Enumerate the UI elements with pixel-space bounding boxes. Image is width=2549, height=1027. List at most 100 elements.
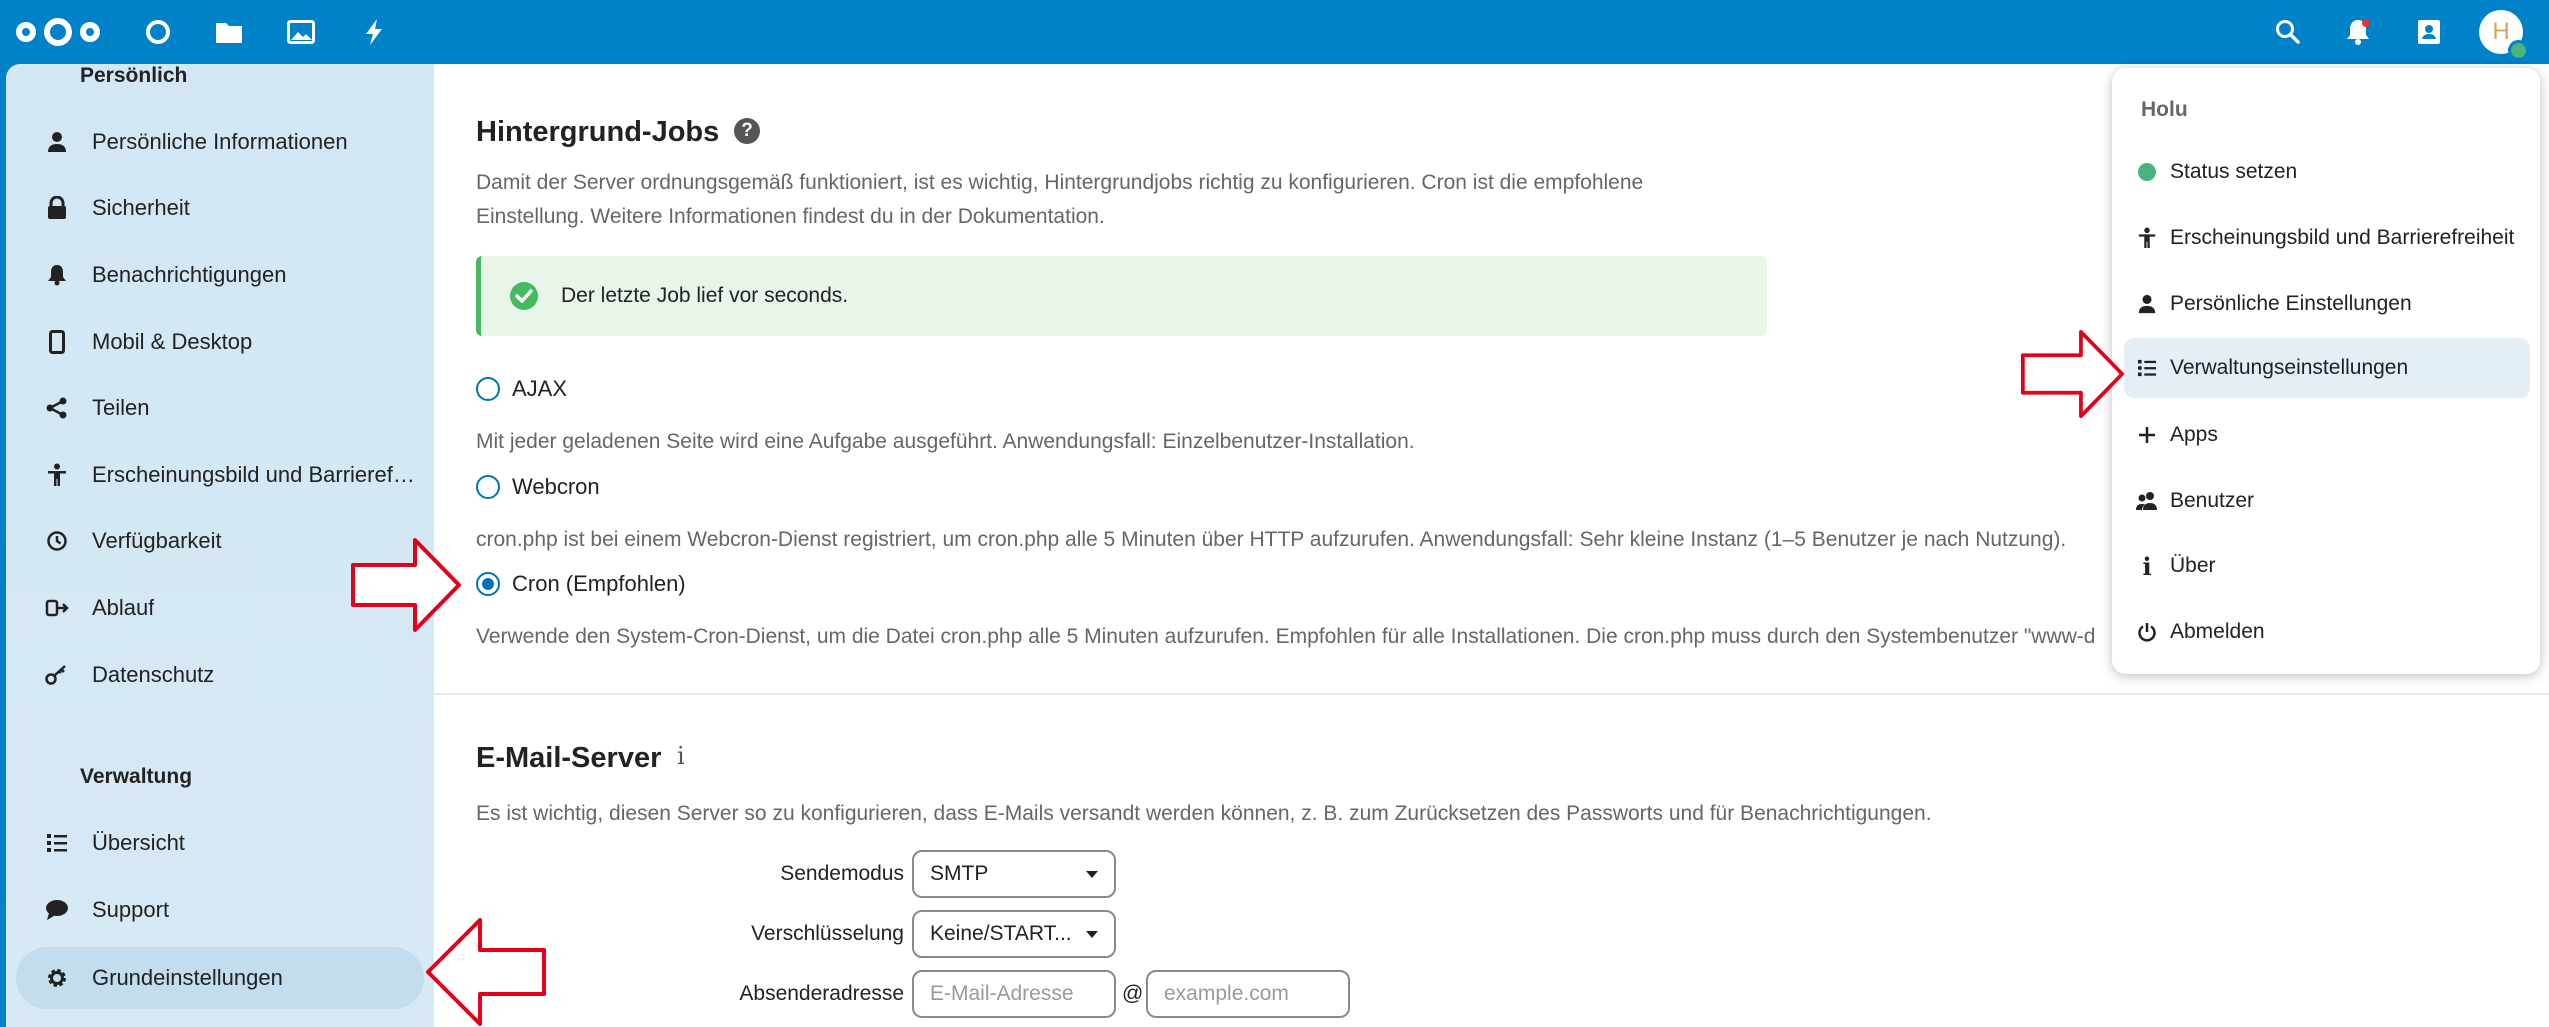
- notifications-icon[interactable]: [2338, 0, 2378, 64]
- check-circle-icon: [509, 281, 539, 311]
- notice-text: Der letzte Job lief vor seconds.: [561, 284, 849, 307]
- accessibility-icon: [2124, 227, 2170, 249]
- sidebar-item-label: Mobil & Desktop: [92, 329, 253, 354]
- menu-item-set-status[interactable]: Status setzen: [2124, 142, 2530, 202]
- clock-icon: [30, 530, 84, 552]
- bell-icon: [30, 264, 84, 286]
- webcron-description: cron.php ist bei einem Webcron-Dienst re…: [476, 528, 2067, 551]
- send-mode-select[interactable]: SMTP: [912, 850, 1116, 898]
- avatar-status-dot: [2508, 40, 2529, 61]
- menu-item-logout[interactable]: Abmelden: [2124, 602, 2530, 662]
- nextcloud-logo[interactable]: [12, 0, 104, 64]
- background-jobs-description-line1: Damit der Server ordnungsgemäß funktioni…: [476, 171, 1644, 194]
- users-icon: [2124, 491, 2170, 511]
- contacts-icon[interactable]: [2409, 0, 2449, 64]
- help-icon[interactable]: ?: [734, 118, 760, 144]
- sidebar-item-privacy[interactable]: Datenschutz: [16, 644, 424, 706]
- background-jobs-description-line2: Einstellung. Weitere Informationen finde…: [476, 205, 1105, 228]
- sidebar-item-label: Erscheinungsbild und Barrierefreiheit: [92, 462, 422, 487]
- sidebar-item-basic-settings[interactable]: Grundeinstellungen: [16, 947, 424, 1009]
- menu-item-label: Persönliche Einstellungen: [2170, 292, 2412, 315]
- menu-item-admin-settings[interactable]: Verwaltungseinstellungen: [2124, 338, 2530, 398]
- sender-domain-input[interactable]: [1146, 970, 1350, 1018]
- dashboard-icon[interactable]: [138, 0, 178, 64]
- radio-webcron[interactable]: Webcron: [476, 474, 600, 500]
- avatar-letter: H: [2492, 18, 2510, 45]
- radio-button-checked[interactable]: [476, 572, 500, 596]
- sidebar-item-label: Teilen: [92, 395, 150, 420]
- sidebar-item-label: Übersicht: [92, 830, 185, 855]
- annotation-arrow-right: [2020, 329, 2125, 419]
- encryption-label: Verschlüsselung: [751, 922, 904, 945]
- menu-item-label: Status setzen: [2170, 160, 2298, 183]
- menu-item-appearance[interactable]: Erscheinungsbild und Barrierefreiheit: [2124, 208, 2530, 268]
- info-icon: i: [2142, 551, 2152, 581]
- sidebar-section-admin: Verwaltung: [80, 765, 193, 788]
- send-mode-value: SMTP: [930, 862, 989, 885]
- chat-icon: [30, 899, 84, 921]
- radio-ajax[interactable]: AJAX: [476, 376, 567, 402]
- menu-item-about[interactable]: i Über: [2124, 536, 2530, 596]
- radio-cron[interactable]: Cron (Empfohlen): [476, 571, 686, 597]
- list-icon: [2124, 359, 2170, 377]
- sidebar-item-mobile-desktop[interactable]: Mobil & Desktop: [16, 311, 424, 373]
- radio-label: Webcron: [512, 474, 600, 499]
- sidebar-item-label: Grundeinstellungen: [92, 965, 283, 990]
- at-sign: @: [1122, 982, 1144, 1005]
- menu-username: Holu: [2141, 98, 2188, 121]
- sidebar-item-notifications[interactable]: Benachrichtigungen: [16, 244, 424, 306]
- lock-icon: [30, 196, 84, 220]
- menu-item-users[interactable]: Benutzer: [2124, 471, 2530, 531]
- sender-address-label: Absenderadresse: [739, 982, 904, 1005]
- last-job-notice: Der letzte Job lief vor seconds.: [476, 256, 1767, 336]
- annotation-arrow-left: [426, 918, 546, 1026]
- accessibility-icon: [30, 463, 84, 487]
- sidebar-item-label: Support: [92, 897, 170, 922]
- info-icon[interactable]: i: [677, 742, 685, 770]
- sidebar-item-label: Verfügbarkeit: [92, 528, 222, 553]
- menu-item-label: Abmelden: [2170, 620, 2265, 643]
- status-dot: [2138, 163, 2156, 181]
- sidebar-item-security[interactable]: Sicherheit: [16, 177, 424, 239]
- activity-icon[interactable]: [354, 0, 394, 64]
- cron-description: Verwende den System-Cron-Dienst, um die …: [476, 625, 2096, 648]
- gear-icon: [30, 966, 84, 990]
- menu-item-label: Apps: [2170, 423, 2218, 446]
- phone-icon: [30, 330, 84, 354]
- app-header: H: [0, 0, 2549, 64]
- person-icon: [2124, 294, 2170, 314]
- sidebar-item-overview[interactable]: Übersicht: [16, 812, 424, 874]
- menu-item-personal-settings[interactable]: Persönliche Einstellungen: [2124, 274, 2530, 334]
- annotation-arrow-right: [351, 538, 461, 632]
- search-icon[interactable]: [2268, 0, 2308, 64]
- menu-item-label: Erscheinungsbild und Barrierefreiheit: [2170, 226, 2515, 249]
- encryption-value: Keine/START...: [930, 922, 1072, 945]
- sidebar-item-label: Sicherheit: [92, 195, 190, 220]
- sidebar-item-label: Persönliche Informationen: [92, 129, 348, 154]
- photos-icon[interactable]: [281, 0, 321, 64]
- person-icon: [30, 131, 84, 153]
- sidebar-item-personal-info[interactable]: Persönliche Informationen: [16, 111, 424, 173]
- ajax-description: Mit jeder geladenen Seite wird eine Aufg…: [476, 430, 1415, 453]
- radio-button[interactable]: [476, 475, 500, 499]
- key-icon: [30, 664, 84, 686]
- sender-address-input[interactable]: [912, 970, 1116, 1018]
- chevron-down-icon: [1086, 931, 1098, 938]
- user-menu: Holu Status setzen Erscheinungsbild und …: [2112, 68, 2540, 674]
- send-mode-label: Sendemodus: [780, 862, 904, 885]
- sidebar-item-sharing[interactable]: Teilen: [16, 377, 424, 439]
- section-divider: [434, 693, 2549, 695]
- email-server-title: E-Mail-Server: [476, 742, 662, 774]
- sidebar-item-appearance[interactable]: Erscheinungsbild und Barrierefreiheit: [16, 444, 424, 506]
- sidebar-item-label: Ablauf: [92, 595, 155, 620]
- sidebar-item-support[interactable]: Support: [16, 879, 424, 941]
- menu-item-label: Benutzer: [2170, 489, 2255, 512]
- background-jobs-title: Hintergrund-Jobs: [476, 116, 720, 148]
- radio-label: Cron (Empfohlen): [512, 571, 686, 596]
- encryption-select[interactable]: Keine/START...: [912, 910, 1116, 958]
- files-icon[interactable]: [209, 0, 249, 64]
- radio-label: AJAX: [512, 376, 568, 401]
- menu-item-apps[interactable]: Apps: [2124, 405, 2530, 465]
- radio-button[interactable]: [476, 377, 500, 401]
- sidebar-section-personal: Persönlich: [80, 64, 188, 87]
